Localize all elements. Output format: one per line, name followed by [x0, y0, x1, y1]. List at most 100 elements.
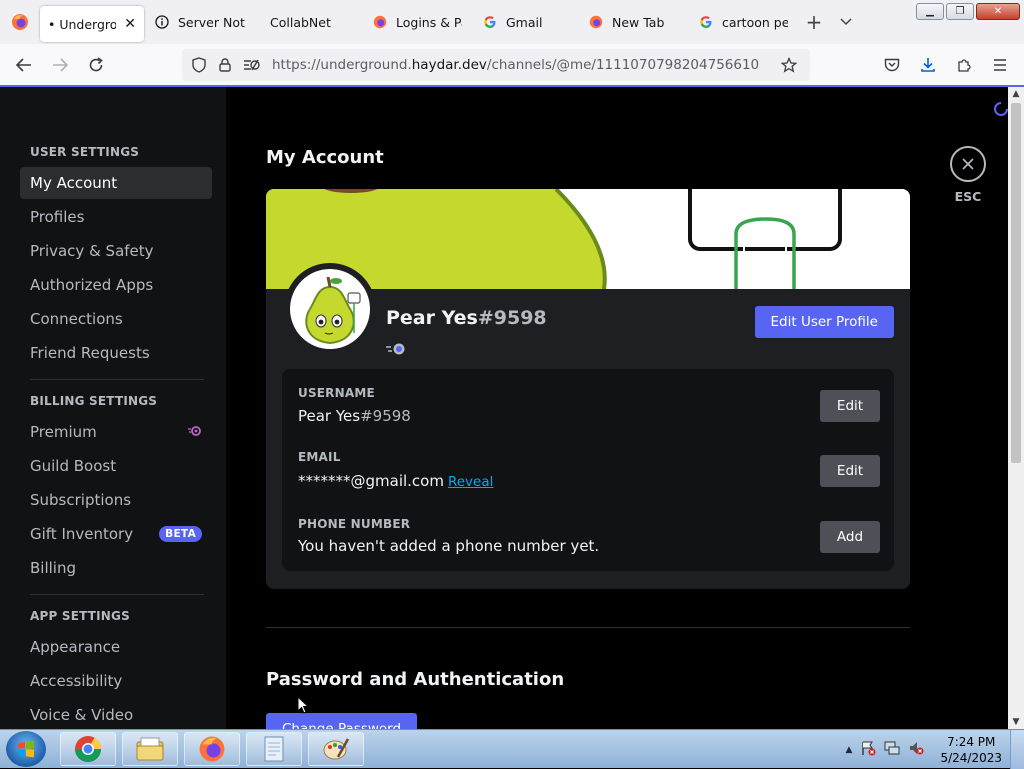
- sidebar-item-accessibility[interactable]: Accessibility: [20, 665, 212, 697]
- esc-label: ESC: [954, 189, 982, 204]
- change-password-button[interactable]: Change Password: [266, 713, 418, 729]
- tab-logins[interactable]: Logins & Pa: [362, 0, 472, 44]
- restore-icon[interactable]: ❐: [946, 3, 974, 20]
- sidebar-item-voice-video[interactable]: Voice & Video: [20, 699, 212, 729]
- action-center-flag-icon[interactable]: [860, 740, 876, 760]
- sidebar-item-profiles[interactable]: Profiles: [20, 201, 212, 233]
- edit-email-button[interactable]: Edit: [820, 455, 880, 487]
- sidebar-item-premium[interactable]: Premium: [20, 416, 212, 448]
- user-settings-header: USER SETTINGS: [30, 145, 140, 159]
- lock-icon[interactable]: [212, 58, 238, 72]
- extensions-puzzle-icon[interactable]: [948, 49, 980, 81]
- sidebar-item-label: Gift Inventory: [30, 525, 134, 543]
- edit-user-profile-button[interactable]: Edit User Profile: [754, 306, 894, 338]
- forward-arrow-icon[interactable]: [42, 49, 78, 81]
- url-bar[interactable]: https://underground.haydar.dev/channels/…: [182, 49, 810, 81]
- sidebar-item-billing[interactable]: Billing: [20, 552, 212, 584]
- edit-username-button[interactable]: Edit: [820, 390, 880, 422]
- tab-underground[interactable]: • Undergroun ✕: [40, 6, 144, 42]
- page-scrollbar[interactable]: ▲ ▼: [1008, 87, 1024, 729]
- tab-label: CollabNet: [270, 14, 331, 30]
- hamburger-menu-icon[interactable]: [984, 49, 1016, 81]
- tab-close-icon[interactable]: ✕: [124, 16, 136, 32]
- section-divider: [266, 627, 910, 628]
- mouse-cursor-icon: [297, 695, 310, 718]
- tracking-shield-icon[interactable]: [186, 57, 212, 73]
- sidebar-item-authorized-apps[interactable]: Authorized Apps: [20, 269, 212, 301]
- profile-banner-image: [266, 189, 910, 289]
- minimize-icon[interactable]: ▁: [916, 3, 944, 20]
- taskbar-chrome-icon[interactable]: [60, 732, 116, 766]
- firefox-menu-icon[interactable]: [0, 0, 40, 44]
- pocket-icon[interactable]: [876, 49, 908, 81]
- settings-sidebar: USER SETTINGS My Account Profiles Privac…: [0, 87, 226, 729]
- permissions-icon[interactable]: [238, 57, 264, 73]
- show-desktop-button[interactable]: [1010, 730, 1024, 769]
- close-icon[interactable]: [950, 146, 986, 182]
- taskbar-firefox-icon[interactable]: [184, 732, 240, 766]
- billing-settings-header: BILLING SETTINGS: [30, 394, 158, 408]
- sidebar-item-guild-boost[interactable]: Guild Boost: [20, 450, 212, 482]
- clock-date: 5/24/2023: [940, 750, 1002, 765]
- email-label: EMAIL: [298, 450, 341, 464]
- google-icon: [698, 14, 714, 30]
- reveal-email-link[interactable]: Reveal: [448, 474, 493, 490]
- downloads-icon[interactable]: [912, 49, 944, 81]
- volume-muted-icon[interactable]: [908, 740, 924, 760]
- beta-badge: BETA: [159, 526, 202, 542]
- toolbar-right: [876, 49, 1016, 81]
- sidebar-divider: [30, 594, 204, 595]
- phone-label: PHONE NUMBER: [298, 517, 411, 531]
- url-host: haydar.dev: [411, 57, 487, 73]
- sidebar-item-my-account[interactable]: My Account: [20, 167, 212, 199]
- settings-content: My Account Pear Yes#9598 Edit User Profi…: [226, 87, 1008, 729]
- reload-icon[interactable]: [78, 49, 114, 81]
- window-controls: ▁ ❐ ✕: [916, 3, 1020, 20]
- scroll-up-icon[interactable]: ▲: [1008, 87, 1024, 101]
- bookmark-star-icon[interactable]: [776, 57, 802, 73]
- account-fields: USERNAME Pear Yes #9598 Edit EMAIL ******…: [282, 369, 894, 571]
- list-all-tabs-chevron-icon[interactable]: [830, 18, 862, 26]
- add-phone-button[interactable]: Add: [820, 521, 880, 553]
- url-path: /channels/@me/1111070798204756610: [486, 57, 760, 73]
- taskbar-file-explorer-icon[interactable]: [122, 732, 178, 766]
- tab-new-tab[interactable]: New Tab: [578, 0, 688, 44]
- tab-label: cartoon pea: [722, 14, 788, 30]
- taskbar-paint-icon[interactable]: [308, 732, 364, 766]
- start-button-windows-icon[interactable]: [6, 731, 46, 767]
- sidebar-item-gift-inventory[interactable]: Gift Inventory BETA: [20, 518, 212, 550]
- sidebar-item-subscriptions[interactable]: Subscriptions: [20, 484, 212, 516]
- close-settings[interactable]: ESC: [950, 146, 986, 204]
- discord-settings: USER SETTINGS My Account Profiles Privac…: [0, 87, 1008, 729]
- system-tray: ▲ 7:24 PM 5/24/2023: [846, 730, 1002, 769]
- clock-time: 7:24 PM: [947, 734, 996, 749]
- browser-tab-strip: • Undergroun ✕ Server Not F CollabNet Lo…: [0, 0, 1024, 44]
- window-close-icon[interactable]: ✕: [976, 3, 1020, 20]
- sidebar-item-friend-requests[interactable]: Friend Requests: [20, 337, 212, 369]
- network-icon[interactable]: [884, 740, 900, 760]
- show-hidden-icons-icon[interactable]: ▲: [846, 745, 853, 755]
- firefox-icon: [588, 14, 604, 30]
- tab-gmail[interactable]: Gmail: [472, 0, 578, 44]
- custom-status-icon[interactable]: [386, 341, 408, 360]
- taskbar-notepad-icon[interactable]: [246, 732, 302, 766]
- tab-server-not-found[interactable]: Server Not F: [144, 0, 256, 44]
- tab-collabnet[interactable]: CollabNet: [256, 0, 362, 44]
- sidebar-item-appearance[interactable]: Appearance: [20, 631, 212, 663]
- username-label: USERNAME: [298, 386, 375, 400]
- windows-taskbar: ▲ 7:24 PM 5/24/2023: [0, 729, 1024, 769]
- username-name: Pear Yes: [298, 407, 361, 425]
- new-tab-plus-icon[interactable]: +: [798, 10, 830, 34]
- tab-label: • Undergroun: [48, 16, 117, 32]
- sidebar-item-privacy-safety[interactable]: Privacy & Safety: [20, 235, 212, 267]
- sidebar-item-connections[interactable]: Connections: [20, 303, 212, 335]
- scrollbar-thumb[interactable]: [1011, 103, 1021, 463]
- tab-cartoon-pear[interactable]: cartoon pea: [688, 0, 798, 44]
- avatar[interactable]: [284, 263, 376, 355]
- back-arrow-icon[interactable]: [6, 49, 42, 81]
- url-prefix: https://underground.: [272, 57, 412, 73]
- taskbar-clock[interactable]: 7:24 PM 5/24/2023: [940, 734, 1002, 766]
- tab-label: New Tab: [612, 14, 665, 30]
- username-discriminator: #9598: [360, 407, 411, 425]
- scroll-down-icon[interactable]: ▼: [1008, 715, 1024, 729]
